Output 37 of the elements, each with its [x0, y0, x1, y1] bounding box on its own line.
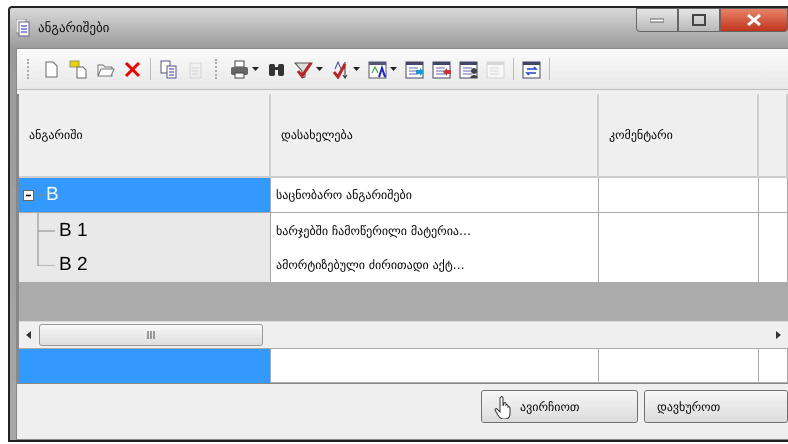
- scroll-thumb[interactable]: [39, 324, 263, 346]
- sort-icon[interactable]: [331, 60, 350, 78]
- column-header[interactable]: დასახელება: [271, 94, 599, 178]
- table-cell: [759, 248, 788, 283]
- dropdown-arrow-icon[interactable]: [353, 67, 360, 71]
- account-text: B 2: [59, 254, 88, 276]
- maximize-icon: [692, 14, 706, 26]
- filter-icon[interactable]: [294, 60, 313, 78]
- close-icon: [746, 14, 762, 26]
- table-cell: ხარჯებში ჩამოწერილი მატერია…: [271, 213, 599, 249]
- column-header[interactable]: კომენტარი: [599, 94, 759, 178]
- dropdown-arrow-icon[interactable]: [390, 67, 397, 71]
- column-header[interactable]: ანგარიში: [19, 94, 271, 178]
- font-icon[interactable]: [368, 60, 387, 78]
- tree-line: [38, 194, 46, 196]
- close-button[interactable]: [720, 8, 788, 32]
- minimize-icon: [650, 17, 664, 23]
- minimize-button[interactable]: [636, 8, 678, 32]
- account-cell[interactable]: B 1: [19, 213, 271, 249]
- new-row-cell[interactable]: [19, 349, 271, 383]
- close-button[interactable]: დავხუროთ: [644, 390, 788, 423]
- account-text: B 1: [59, 220, 88, 242]
- table-cell: ამორტიზებული ძირითადი აქტ…: [271, 248, 599, 283]
- account-cell[interactable]: B 2: [19, 248, 271, 283]
- print-icon[interactable]: [230, 60, 249, 78]
- maximize-button[interactable]: [678, 8, 720, 32]
- window-title: ანგარიშები: [38, 20, 110, 36]
- table-cell: [759, 178, 788, 213]
- window-icon: [16, 19, 30, 37]
- table-cell: [759, 213, 788, 249]
- dropdown-arrow-icon[interactable]: [252, 67, 259, 71]
- horizontal-scrollbar[interactable]: [19, 321, 788, 348]
- dropdown-arrow-icon[interactable]: [316, 67, 323, 71]
- collapse-icon[interactable]: [23, 190, 34, 200]
- select-button[interactable]: ავირჩიოთ: [481, 390, 638, 423]
- account-text: B: [46, 184, 59, 206]
- table-cell: საცნობარო ანგარიშები: [271, 178, 599, 213]
